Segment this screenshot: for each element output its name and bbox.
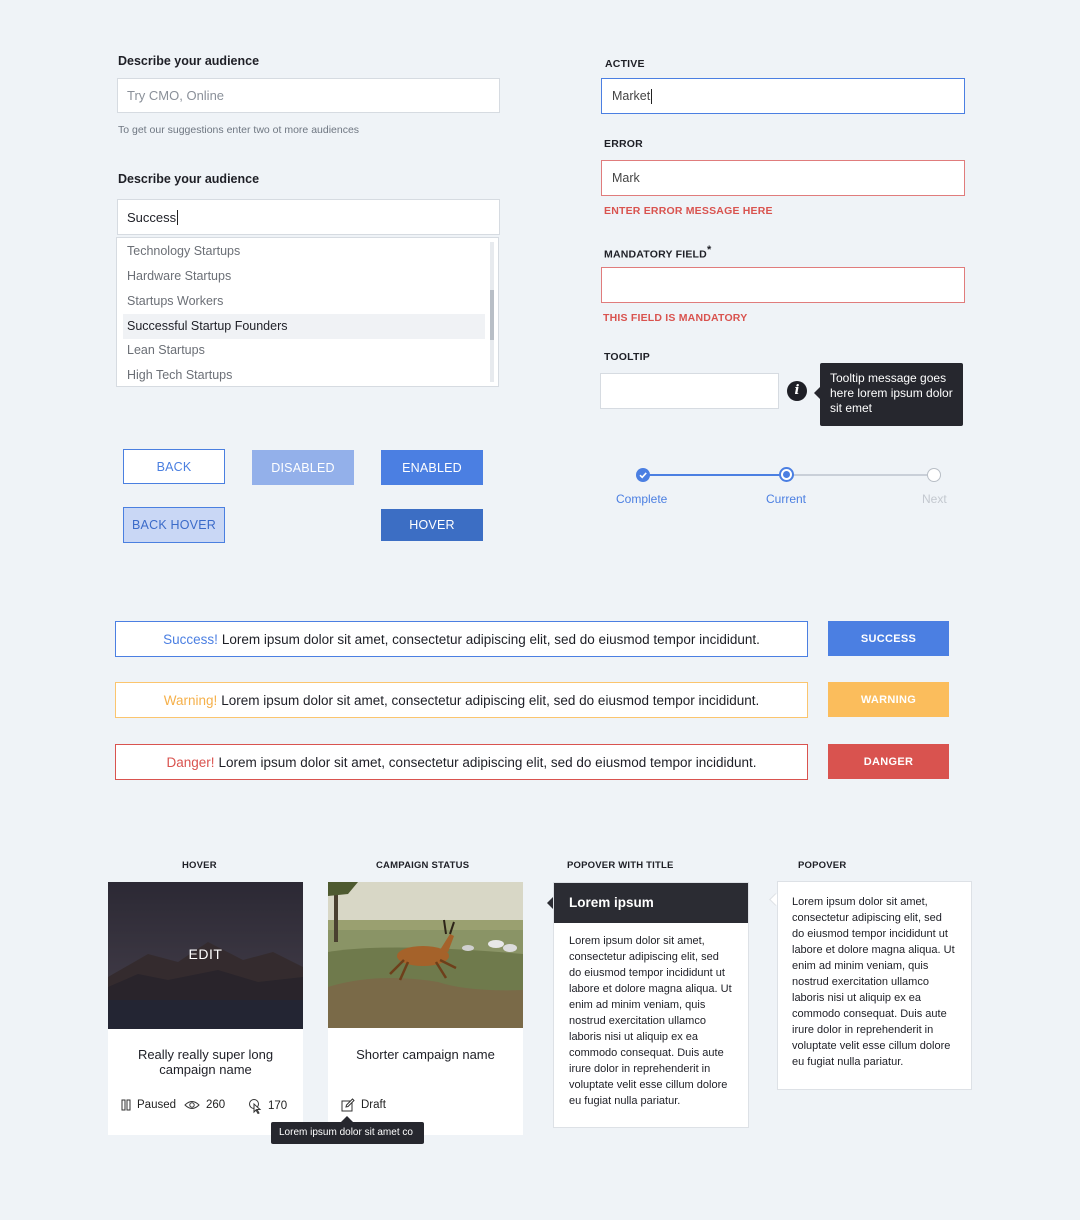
tooltip-text: Tooltip message goes here lorem ipsum do… <box>830 371 953 415</box>
campaign-views: 260 <box>184 1099 225 1111</box>
edit-icon <box>341 1098 355 1112</box>
status-tooltip: Lorem ipsum dolor sit amet co <box>271 1122 424 1144</box>
campaign-draft-status[interactable]: Draft <box>341 1098 386 1112</box>
click-icon <box>249 1099 262 1114</box>
text-caret <box>177 209 179 225</box>
campaign-image-mountains[interactable]: EDIT <box>108 882 303 1029</box>
enabled-button[interactable]: ENABLED <box>381 450 483 485</box>
dropdown-option[interactable]: High Tech Startups <box>123 363 485 388</box>
popover-body: Lorem ipsum dolor sit amet, consectetur … <box>792 896 955 1068</box>
tooltip-input[interactable] <box>600 373 779 409</box>
mandatory-label: MANDATORY FIELD* <box>604 244 711 261</box>
campaign-title: Really really super long campaign name <box>137 1047 274 1077</box>
dropdown-option[interactable]: Startups Workers <box>123 289 485 314</box>
hover-card-heading: HOVER <box>182 860 217 871</box>
campaign-clicks: 170 <box>248 1098 287 1114</box>
alert-warning: Warning! Lorem ipsum dolor sit amet, cons… <box>115 682 808 718</box>
error-message: ENTER ERROR MESSAGE HERE <box>604 205 773 217</box>
mandatory-input[interactable] <box>601 267 965 303</box>
mandatory-asterisk: * <box>706 244 712 256</box>
pause-icon <box>121 1099 131 1111</box>
back-hover-button[interactable]: BACK HOVER <box>123 507 225 543</box>
alert-warning-prefix: Warning! <box>163 692 218 708</box>
audience-input-filled[interactable]: Success <box>117 199 500 235</box>
step-next-label: Next <box>922 492 947 506</box>
hover-button[interactable]: HOVER <box>381 509 483 541</box>
antelope-savanna-image <box>328 882 523 1028</box>
audience-input-value: Success <box>127 209 177 225</box>
alert-success-prefix: Success! <box>163 631 218 647</box>
campaign-views-count: 260 <box>206 1099 226 1111</box>
mandatory-label-text: MANDATORY FIELD <box>604 248 707 261</box>
step-current-label: Current <box>766 492 807 506</box>
popover-with-title: Lorem ipsum Lorem ipsum dolor sit amet, … <box>553 882 749 1128</box>
dropdown-option[interactable]: Hardware Startups <box>123 264 485 289</box>
popover-heading: POPOVER <box>798 860 847 871</box>
audience-helper-text: To get our suggestions enter two ot more… <box>118 124 360 136</box>
disabled-button[interactable]: DISABLED <box>252 450 354 485</box>
stepper-line-pending <box>793 474 927 476</box>
active-label: ACTIVE <box>605 58 645 70</box>
campaign-draft-text: Draft <box>361 1099 386 1111</box>
campaign-clicks-count: 170 <box>268 1100 288 1112</box>
step-complete-marker[interactable] <box>636 468 650 482</box>
stepper-line-complete <box>643 474 786 476</box>
info-icon[interactable]: i <box>787 381 807 401</box>
error-label: ERROR <box>604 138 643 150</box>
step-current-marker[interactable] <box>779 467 794 482</box>
check-icon <box>639 472 647 479</box>
alert-warning-text: Lorem ipsum dolor sit amet, consectetur … <box>221 692 760 708</box>
step-complete-label: Complete <box>616 492 668 506</box>
audience-input-empty[interactable]: Try CMO, Online <box>117 78 500 113</box>
suggestions-dropdown: Technology Startups Hardware Startups St… <box>116 237 499 387</box>
eye-icon <box>184 1101 200 1109</box>
alert-success: Success! Lorem ipsum dolor sit amet, cons… <box>115 621 808 657</box>
campaign-status-text: Paused <box>137 1099 177 1111</box>
alert-danger-prefix: Danger! <box>166 754 215 770</box>
edit-overlay-label[interactable]: EDIT <box>108 946 303 962</box>
success-button[interactable]: SUCCESS <box>828 621 949 656</box>
step-next-marker[interactable] <box>927 468 941 482</box>
tooltip-popup: Tooltip message goes here lorem ipsum do… <box>814 363 963 426</box>
text-caret <box>651 88 653 104</box>
danger-button[interactable]: DANGER <box>828 744 949 779</box>
dropdown-scrollbar[interactable] <box>490 242 494 382</box>
popover-title: Lorem ipsum <box>554 883 748 923</box>
alert-danger: Danger! Lorem ipsum dolor sit amet, conse… <box>115 744 808 780</box>
active-input[interactable]: Market <box>601 78 965 114</box>
campaign-image-antelope[interactable] <box>328 882 523 1028</box>
back-button[interactable]: BACK <box>123 449 225 484</box>
alert-danger-text: Lorem ipsum dolor sit amet, consectetur … <box>218 754 757 770</box>
audience-label-1: Describe your audience <box>118 54 260 68</box>
error-input-value: Mark <box>612 171 640 185</box>
step-current-dot <box>783 471 790 478</box>
campaign-status-heading: CAMPAIGN STATUS <box>376 860 470 871</box>
alert-success-text: Lorem ipsum dolor sit amet, consectetur … <box>221 631 760 647</box>
active-input-value: Market <box>612 89 651 103</box>
popover-title-heading: POPOVER WITH TITLE <box>567 860 674 871</box>
dropdown-option[interactable]: Lean Startups <box>123 338 485 363</box>
audience-label-2: Describe your audience <box>118 172 260 186</box>
campaign-card-status[interactable]: Shorter campaign name Draft <box>328 882 523 1135</box>
error-input[interactable]: Mark <box>601 160 965 196</box>
dropdown-option[interactable]: Technology Startups <box>123 239 485 264</box>
campaign-status: Paused <box>121 1099 176 1111</box>
campaign-card-hover[interactable]: EDIT Really really super long campaign n… <box>108 882 303 1135</box>
audience-placeholder: Try CMO, Online <box>127 88 225 103</box>
dropdown-scroll-thumb[interactable] <box>490 290 494 340</box>
campaign-title: Shorter campaign name <box>356 1047 495 1062</box>
warning-button[interactable]: WARNING <box>828 682 949 717</box>
dropdown-option-selected[interactable]: Successful Startup Founders <box>123 314 485 339</box>
mandatory-message: THIS FIELD IS MANDATORY <box>603 312 748 324</box>
popover-title-body: Lorem ipsum dolor sit amet, consectetur … <box>569 935 732 1107</box>
tooltip-label: TOOLTIP <box>604 351 650 363</box>
popover-plain: Lorem ipsum dolor sit amet, consectetur … <box>777 881 972 1090</box>
